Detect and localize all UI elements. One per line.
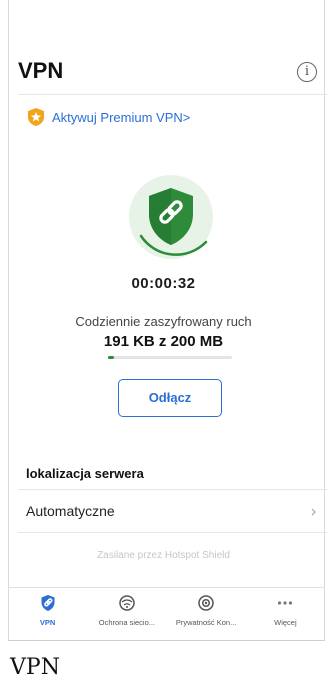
tab-label: Ochrona siecio... bbox=[98, 618, 156, 627]
tab-more[interactable]: Więcej bbox=[246, 590, 325, 636]
premium-link-label: Aktywuj Premium VPN> bbox=[52, 109, 191, 125]
shield-link-icon[interactable] bbox=[126, 172, 216, 262]
tab-label: VPN bbox=[39, 618, 56, 627]
tabbar-divider bbox=[8, 587, 325, 588]
tab-bar: VPN Ochrona siecio... Prywatność Kon... … bbox=[8, 590, 325, 636]
info-icon[interactable]: i bbox=[297, 62, 317, 82]
server-section-title: lokalizacja serwera bbox=[26, 466, 144, 481]
chevron-right-icon: › bbox=[310, 502, 317, 522]
page-title: VPN bbox=[18, 58, 64, 83]
more-icon bbox=[278, 601, 293, 605]
network-protection-icon bbox=[119, 595, 135, 611]
premium-shield-star-icon bbox=[28, 108, 44, 126]
powered-by-text: Zasilane przez Hotspot Shield bbox=[97, 550, 230, 561]
divider bbox=[8, 640, 325, 641]
tab-label: Więcej bbox=[274, 618, 297, 627]
tab-privacy[interactable]: Prywatność Kon... bbox=[167, 590, 246, 636]
tab-label: Prywatność Kon... bbox=[175, 618, 237, 627]
server-location-row[interactable]: Automatyczne › bbox=[18, 490, 327, 532]
tab-network-protection[interactable]: Ochrona siecio... bbox=[87, 590, 166, 636]
divider bbox=[18, 532, 327, 533]
header: VPN i bbox=[18, 58, 321, 92]
privacy-icon bbox=[198, 595, 214, 611]
screen-caption: VPN bbox=[10, 655, 60, 680]
header-divider bbox=[18, 94, 327, 95]
tab-vpn[interactable]: VPN bbox=[8, 590, 87, 636]
traffic-value: 191 KB z 200 MB bbox=[103, 333, 224, 350]
vpn-shield-icon bbox=[41, 595, 55, 611]
connection-timer: 00:00:32 bbox=[131, 275, 196, 292]
server-location-label: Automatyczne bbox=[26, 503, 115, 519]
disconnect-button[interactable]: Odłącz bbox=[118, 379, 222, 417]
traffic-progress-bar bbox=[108, 356, 232, 359]
traffic-label: Codziennie zaszyfrowany ruch bbox=[75, 314, 252, 329]
traffic-progress-fill bbox=[108, 356, 115, 359]
premium-link[interactable]: Aktywuj Premium VPN> bbox=[26, 106, 190, 128]
